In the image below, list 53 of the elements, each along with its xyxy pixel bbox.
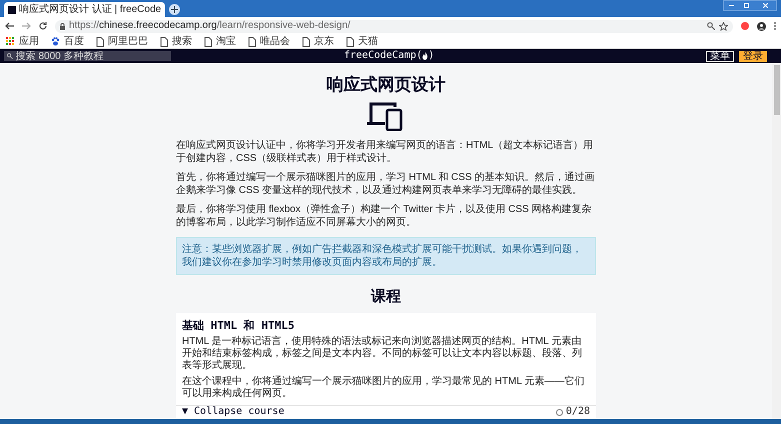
bookmark-item[interactable]: 搜索 bbox=[160, 36, 192, 46]
browser-tab[interactable]: 响应式网页设计 认证 | freeCode bbox=[4, 2, 166, 17]
logo-text: ) bbox=[428, 51, 434, 61]
bookmark-item[interactable]: 唯品会 bbox=[248, 36, 290, 46]
lock-icon bbox=[60, 22, 65, 30]
page-icon bbox=[204, 36, 212, 46]
section-heading: 课程 bbox=[371, 287, 401, 305]
course-description: 在这个课程中，你将通过编写一个展示猫咪图片的应用，学习最常见的 HTML 元素——它们可以用来构成任何网页。 bbox=[182, 376, 586, 400]
collapse-toggle[interactable]: ▼ Collapse course bbox=[182, 407, 284, 417]
bookmark-item[interactable]: 阿里巴巴 bbox=[96, 36, 148, 46]
page-icon bbox=[160, 36, 168, 46]
search-field[interactable]: 搜索 8000 多种教程 bbox=[4, 51, 171, 61]
logo-text: freeCodeCamp( bbox=[344, 51, 422, 61]
site-logo[interactable]: freeCodeCamp( ) bbox=[344, 51, 434, 61]
bookmark-item[interactable]: 应用 bbox=[6, 36, 39, 46]
page-icon bbox=[96, 36, 104, 46]
plus-icon bbox=[171, 6, 178, 13]
bookmark-item[interactable]: 百度 bbox=[51, 36, 84, 46]
intro-paragraph: 在响应式网页设计认证中，你将学习开发者用来编写网页的语言：HTML（超文本标记语言）用于创建内容，CSS（级联样式表）用于样式设计。 bbox=[176, 139, 594, 165]
page-icon bbox=[248, 36, 256, 46]
flame-icon bbox=[422, 52, 428, 60]
profile-icon[interactable] bbox=[757, 22, 766, 30]
reload-icon[interactable] bbox=[39, 22, 47, 30]
search-icon bbox=[7, 53, 13, 59]
apps-grid-icon bbox=[6, 37, 15, 46]
progress-circle-icon bbox=[556, 408, 563, 416]
bookmark-item[interactable]: 淘宝 bbox=[204, 36, 236, 46]
address-bar[interactable]: https://chinese.freecodecamp.org/learn/responsive-web-design/ bbox=[55, 20, 733, 32]
back-arrow-icon[interactable] bbox=[5, 22, 14, 30]
page-title: 响应式网页设计 bbox=[326, 75, 446, 95]
favicon-icon bbox=[8, 6, 16, 14]
sign-in-button[interactable]: 登录 bbox=[739, 50, 767, 62]
zoom-icon[interactable] bbox=[707, 22, 715, 30]
paw-icon bbox=[51, 37, 60, 46]
bookmark-item[interactable]: 京东 bbox=[302, 36, 334, 46]
intro-paragraph: 最后，你将学习使用 flexbox（弹性盒子）构建一个 Twitter 卡片，以及使用 CSS 网格构建复杂的博客布局，以此学习制作适应不同屏幕大小的网页。 bbox=[176, 203, 593, 229]
url-text: https://chinese.freecodecamp.org/learn/responsive-web-design/ bbox=[69, 21, 350, 31]
new-tab-button[interactable] bbox=[169, 4, 180, 15]
course-title: 基础 HTML 和 HTML5 bbox=[182, 319, 296, 332]
course-description: HTML 是一种标记语言，使用特殊的语法或标记来向浏览器描述网页的结构。HTML 元素由开始和结束标签构成，标签之间是文本内容。不同的标签可以让文本内容以标题、段落、列表等形式展现。 bbox=[182, 336, 583, 372]
bookmark-item[interactable]: 天猫 bbox=[346, 36, 378, 46]
menu-button[interactable]: 菜单 bbox=[706, 50, 734, 62]
page-icon bbox=[302, 36, 310, 46]
tab-title: 响应式网页设计 认证 | freeCode bbox=[19, 4, 162, 14]
notice-text: 注意：某些浏览器扩展，例如广告拦截器和深色模式扩展可能干扰测试。如果你遇到问题，我们建议你在参加学习时禁用修改页面内容或布局的扩展。 bbox=[182, 243, 583, 269]
page-icon bbox=[346, 36, 354, 46]
star-icon[interactable] bbox=[719, 22, 728, 30]
progress-count: 0/28 bbox=[566, 407, 590, 417]
scrollbar[interactable] bbox=[772, 63, 781, 419]
extension-icon[interactable] bbox=[741, 22, 749, 30]
close-icon bbox=[762, 3, 768, 8]
devices-icon bbox=[367, 101, 405, 131]
intro-paragraph: 首先，你将通过编写一个展示猫咪图片的应用，学习 HTML 和 CSS 的基本知识。然后，通过画企鹅来学习像 CSS 变量这样的现代技术，以及通过构建网页表单来学习无障碍的最佳实践。 bbox=[176, 171, 596, 197]
